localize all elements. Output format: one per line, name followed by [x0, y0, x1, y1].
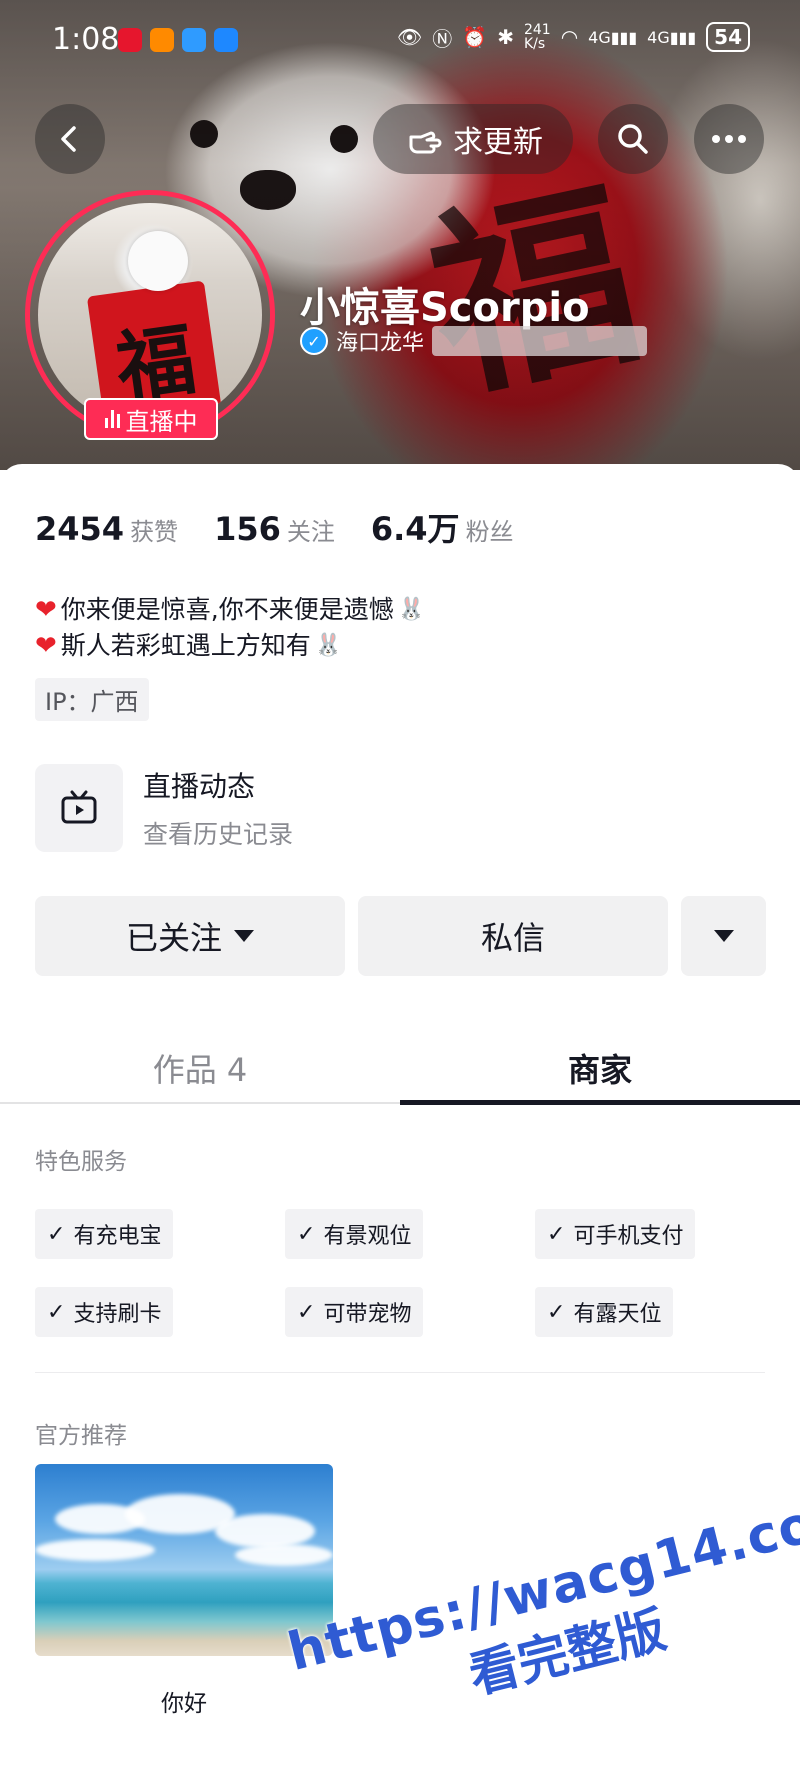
check-icon: ✓ [47, 1299, 66, 1325]
search-icon [618, 124, 648, 154]
request-update-label: 求更新 [453, 125, 543, 160]
live-entry-text: 直播动态 查看历史记录 [143, 765, 293, 851]
check-icon: ✓ [47, 1221, 66, 1247]
status-bar: 1:08 👁 Ⓝ ⏰ ✱ 241 K/s ◠ 4G▮▮▮ 4G▮▮▮ 54 [0, 0, 800, 84]
bio-line: ❤ 你来便是惊喜,你不来便是遗憾 🐰 [35, 592, 425, 628]
service-chip: ✓ 有景观位 [285, 1209, 424, 1259]
pointing-hand-icon [409, 131, 442, 154]
chevron-left-icon [61, 126, 76, 152]
check-icon: ✓ [547, 1221, 566, 1247]
stat-value: 156 [214, 510, 281, 548]
status-time: 1:08 [52, 22, 120, 57]
cover-dog-nose [240, 170, 296, 210]
heart-icon: ❤ [35, 595, 57, 625]
stat-following[interactable]: 156 关注 [214, 510, 335, 548]
status-indicators: 👁 Ⓝ ⏰ ✱ 241 K/s ◠ 4G▮▮▮ 4G▮▮▮ 54 [397, 22, 750, 52]
request-update-button[interactable]: 求更新 [373, 104, 573, 174]
profile-bio: ❤ 你来便是惊喜,你不来便是遗憾 🐰 ❤ 斯人若彩虹遇上方知有 🐰 [35, 592, 425, 664]
heart-icon: ❤ [35, 631, 57, 661]
live-badge-label: 直播中 [125, 407, 198, 436]
cover-dog-eye [330, 125, 358, 153]
service-chip: ✓ 可带宠物 [285, 1287, 424, 1337]
recommend-card-label: 你好 [161, 1691, 207, 1717]
verified-location: 海口龙华 [336, 331, 425, 356]
search-button[interactable] [598, 104, 668, 174]
stat-likes[interactable]: 2454 获赞 [35, 510, 178, 548]
avatar-image: 福 [38, 203, 262, 427]
more-options-button[interactable] [694, 104, 764, 174]
dropdown-triangle-icon [234, 930, 254, 942]
dropdown-triangle-icon [713, 930, 734, 942]
recommend-title: 官方推荐 [35, 1423, 127, 1449]
tv-icon [61, 790, 97, 824]
verification-row: ✓ 海口龙华 [300, 325, 648, 357]
signal-icon: 4G▮▮▮ [588, 27, 638, 47]
verified-check-icon: ✓ [300, 327, 328, 355]
tv-box [35, 764, 123, 852]
recommend-card[interactable]: 你好 [35, 1464, 333, 1718]
service-chip: ✓ 支持刷卡 [35, 1287, 174, 1337]
services-list: ✓ 有充电宝 ✓ 有景观位 ✓ 可手机支付 ✓ 支持刷卡 ✓ 可带宠物 ✓ 有露天位 [35, 1209, 765, 1337]
more-dots-icon [712, 135, 746, 143]
bio-text: 斯人若彩虹遇上方知有 [60, 631, 311, 660]
avatar-dog [128, 231, 188, 291]
profile-stats: 2454 获赞 156 关注 6.4万 粉丝 [35, 504, 514, 550]
live-entry-title: 直播动态 [143, 770, 256, 803]
weibo-icon [118, 28, 142, 52]
more-actions-button[interactable] [681, 896, 766, 976]
ip-location-tag: IP：广西 [35, 678, 149, 721]
message-button[interactable]: 私信 [358, 896, 668, 976]
stat-label: 关注 [286, 518, 335, 546]
services-title: 特色服务 [35, 1149, 127, 1175]
notification-icons [118, 28, 238, 52]
battery-indicator: 54 [706, 22, 750, 52]
wifi-icon: ◠ [560, 25, 579, 49]
network-speed: 241 K/s [523, 22, 551, 52]
stat-label: 获赞 [130, 518, 179, 546]
tab-merchant[interactable]: 商家 [400, 1034, 800, 1105]
stat-label: 粉丝 [465, 518, 514, 546]
eye-icon: 👁 [396, 25, 423, 49]
bio-text: 你来便是惊喜,你不来便是遗憾 [60, 595, 394, 624]
tab-works[interactable]: 作品 4 [0, 1034, 400, 1102]
stat-value: 2454 [35, 510, 125, 548]
signal-icon: 4G▮▮▮ [647, 27, 697, 47]
nfc-icon: Ⓝ [432, 26, 453, 51]
cover-dog-eye [190, 120, 218, 148]
check-icon: ✓ [297, 1299, 316, 1325]
rabbit-icon: 🐰 [314, 633, 343, 658]
stat-value: 6.4万 [370, 510, 460, 548]
followed-button[interactable]: 已关注 [35, 896, 345, 976]
rabbit-icon: 🐰 [397, 597, 426, 622]
alarm-icon: ⏰ [462, 25, 488, 49]
live-bars-icon [104, 410, 120, 428]
live-history-entry[interactable]: 直播动态 查看历史记录 [35, 764, 293, 852]
back-button[interactable] [35, 104, 105, 174]
live-status-badge[interactable]: 直播中 [84, 398, 218, 440]
section-divider [35, 1372, 765, 1373]
service-chip: ✓ 可手机支付 [535, 1209, 696, 1259]
bluetooth-icon: ✱ [497, 25, 514, 49]
live-entry-subtitle: 查看历史记录 [143, 820, 294, 849]
followed-label: 已关注 [125, 919, 222, 957]
service-chip: ✓ 有充电宝 [35, 1209, 174, 1259]
message-label: 私信 [480, 919, 545, 957]
chat-app-icon [214, 28, 238, 52]
check-icon: ✓ [547, 1299, 566, 1325]
service-chip: ✓ 有露天位 [535, 1287, 674, 1337]
profile-tabs: 作品 4 商家 [0, 1034, 800, 1105]
bio-line: ❤ 斯人若彩虹遇上方知有 🐰 [35, 628, 425, 664]
video-app-icon [150, 28, 174, 52]
stat-followers[interactable]: 6.4万 粉丝 [371, 504, 514, 550]
check-icon: ✓ [297, 1221, 316, 1247]
blurred-text [432, 326, 648, 356]
browser-icon [182, 28, 206, 52]
